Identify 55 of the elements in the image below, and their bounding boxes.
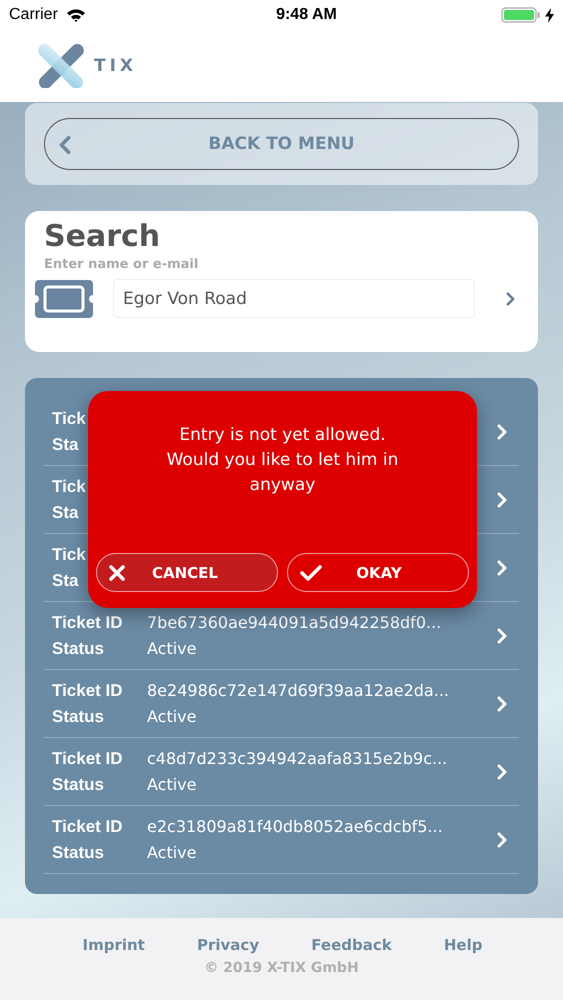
chevron-right-icon [497,696,507,712]
ticket-id-label: Tick [52,408,86,430]
ticket-list-item[interactable]: Ticket ID c48d7d233c394942aafa8315e2b9c... Status Active [44,738,519,806]
wifi-icon [66,8,86,22]
status-value: Active [147,638,198,660]
ticket-id-label: Ticket ID [52,612,123,634]
okay-button[interactable]: OKAY [287,553,469,592]
carrier-name: Carrier [9,6,58,24]
back-button[interactable]: BACK TO MENU [44,118,519,170]
charging-bolt-icon [545,8,554,22]
chevron-right-icon [497,764,507,780]
status-value: Active [147,842,198,864]
chevron-right-icon [497,492,507,508]
footer-link[interactable]: Help [444,936,482,954]
app-logo: TIX [38,44,138,88]
dialog-message: Entry is not yet allowed. Would you like to let him in anyway [166,424,400,497]
chevron-right-icon [497,424,507,440]
footer-link[interactable]: Imprint [82,936,145,954]
ticket-id-label: Ticket ID [52,748,123,770]
back-chevron-icon [59,135,71,155]
status-label: Sta [52,434,78,456]
ticket-id-value: 7be67360ae944091a5d942258df0... [147,612,442,634]
chevron-right-icon [497,560,507,576]
ticket-icon [35,280,93,318]
cancel-button[interactable]: CANCEL [96,553,278,592]
status-label: Status [52,638,104,660]
ticket-id-label: Tick [52,476,86,498]
ticket-list-item[interactable]: Ticket ID 8e24986c72e147d69f39aa12ae2da... Status Active [44,670,519,738]
status-label: Status [52,842,104,864]
ticket-list-item[interactable]: Ticket ID e2c31809a81f40db8052ae6cdcbf5... Status Active [44,806,519,874]
footer-link[interactable]: Feedback [311,936,392,954]
chevron-right-icon [506,292,515,306]
ticket-id-value: c48d7d233c394942aafa8315e2b9c... [147,748,448,770]
status-label: Status [52,706,104,728]
footer-link[interactable]: Privacy [197,936,260,954]
search-subtitle: Enter name or e-mail [44,256,200,274]
ticket-id-value: e2c31809a81f40db8052ae6cdcbf5... [147,816,444,838]
ticket-id-label: Ticket ID [52,680,123,702]
checkmark-icon [300,564,322,580]
ticket-id-label: Ticket ID [52,816,123,838]
search-field[interactable]: Egor Von Road [113,279,475,318]
status-label: Sta [52,570,78,592]
chevron-right-icon [497,832,507,848]
status-value: Active [147,706,198,728]
x-mark-icon [38,44,84,88]
chevron-right-icon [497,628,507,644]
status-label: Sta [52,502,78,524]
close-icon [109,564,125,580]
ticket-id-label: Tick [52,544,86,566]
copyright-text: © 2019 X-TIX GmbH [204,960,359,976]
clock-time: 9:48 AM [276,6,337,24]
status-label: Status [52,774,104,796]
status-value: Active [147,774,198,796]
ticket-id-value: 8e24986c72e147d69f39aa12ae2da... [147,680,450,702]
search-title: Search [44,219,162,255]
